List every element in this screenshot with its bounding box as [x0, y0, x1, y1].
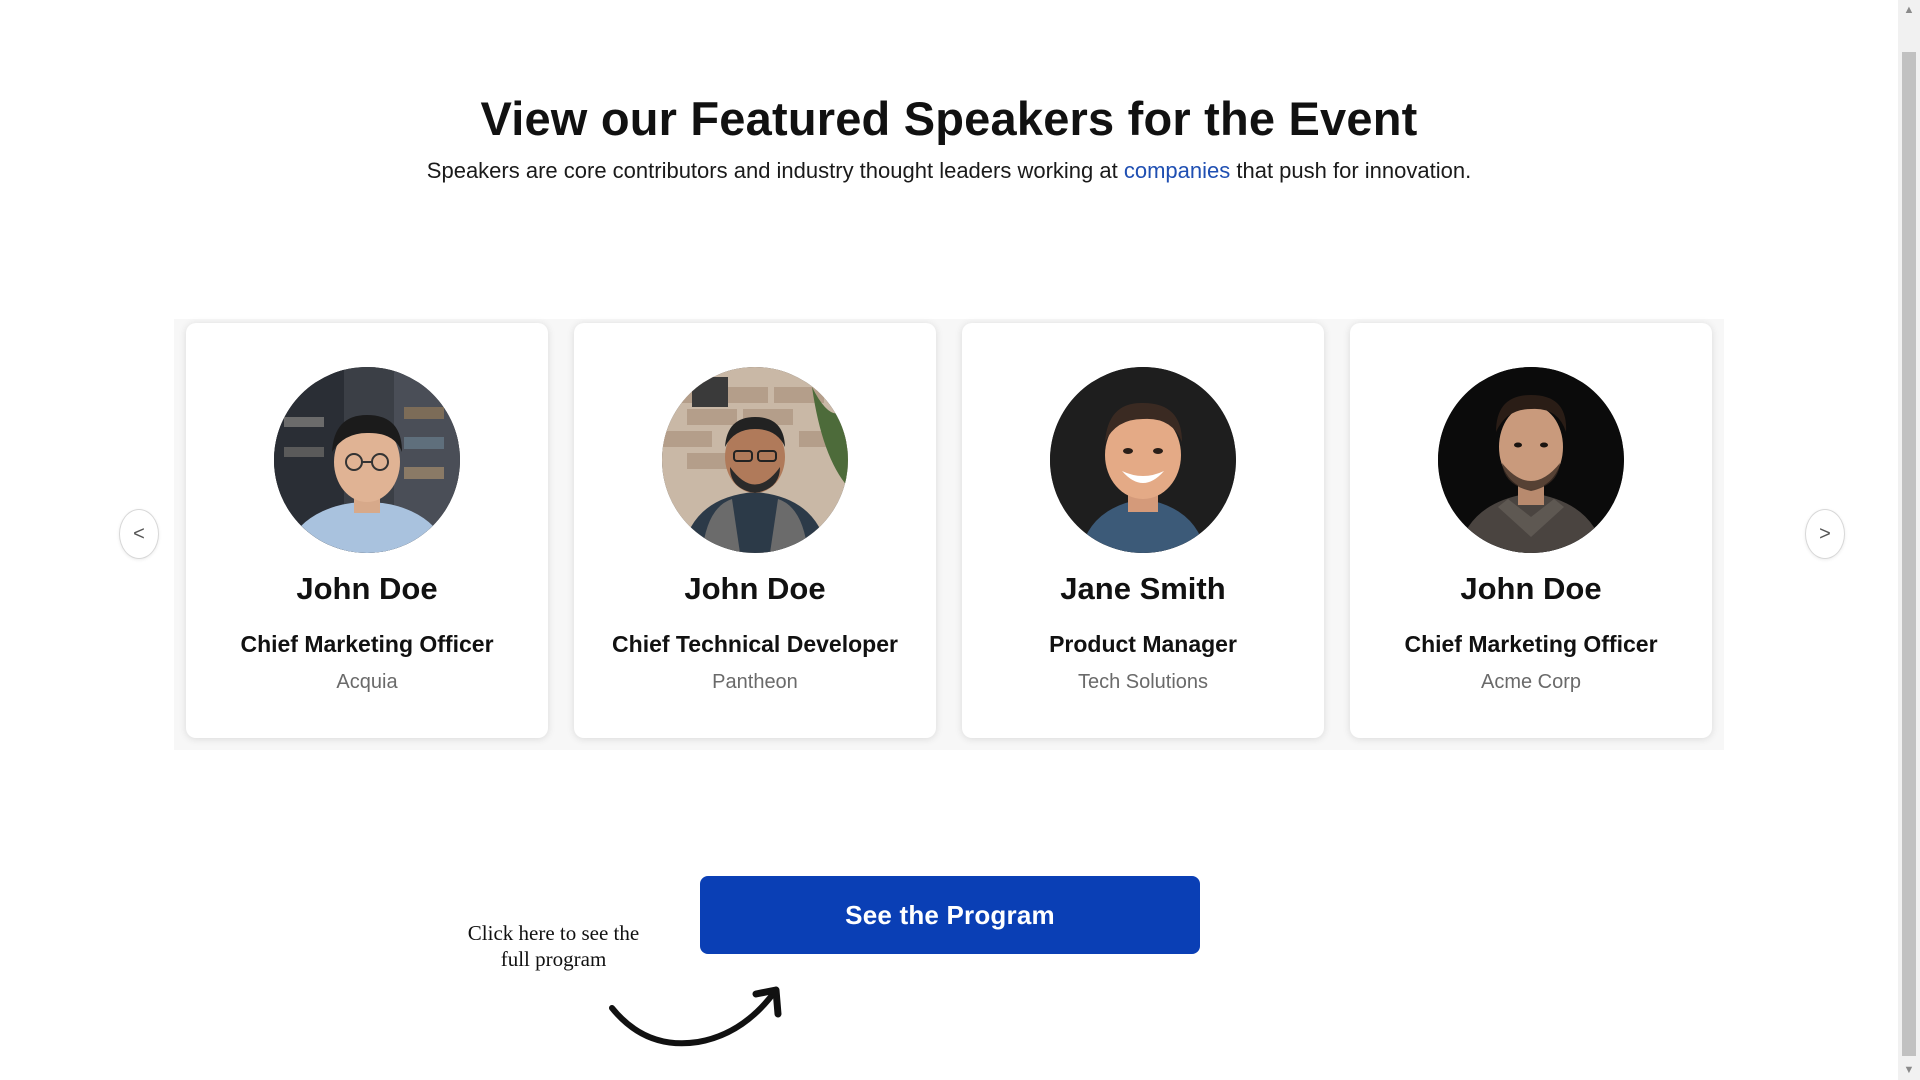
carousel-next-button[interactable]: >	[1805, 509, 1845, 559]
speaker-company: Acme Corp	[1480, 671, 1582, 693]
speakers-carousel: John Doe Chief Marketing Officer Acquia	[174, 319, 1724, 750]
page-title: View our Featured Speakers for the Event	[480, 92, 1418, 145]
speaker-role: Chief Technical Developer	[612, 631, 898, 657]
speaker-card: Jane Smith Product Manager Tech Solution…	[962, 323, 1324, 738]
scrollbar-thumb[interactable]	[1902, 52, 1916, 1056]
speaker-role: Chief Marketing Officer	[1404, 631, 1658, 657]
speaker-card: John Doe Chief Marketing Officer Acquia	[186, 323, 548, 738]
subtitle-text-after: that push for innovation.	[1230, 158, 1472, 183]
speaker-avatar	[662, 367, 848, 553]
speaker-avatar	[274, 367, 460, 553]
hint-line: Click here to see the	[467, 921, 640, 945]
carousel-prev-button[interactable]: <	[119, 509, 159, 559]
hint-line: full program	[500, 947, 607, 971]
speaker-name: John Doe	[1460, 571, 1602, 606]
triangle-down-icon[interactable]: ▼	[1898, 1060, 1920, 1080]
speaker-company: Acquia	[336, 671, 398, 693]
speaker-name: John Doe	[296, 571, 438, 606]
speaker-avatar	[1050, 367, 1236, 553]
subtitle-text-before: Speakers are core contributors and indus…	[426, 158, 1124, 183]
speaker-card: John Doe Chief Technical Developer Panth…	[574, 323, 936, 738]
speaker-role: Chief Marketing Officer	[240, 631, 494, 657]
speaker-name: Jane Smith	[1060, 571, 1226, 606]
program-hint: Click here to see the full program	[450, 920, 657, 972]
triangle-up-icon[interactable]: ▲	[1898, 0, 1920, 20]
curved-arrow-icon	[606, 980, 786, 1059]
page-subtitle: Speakers are core contributors and indus…	[0, 156, 1898, 186]
speaker-avatar	[1438, 367, 1624, 553]
see-program-button[interactable]: See the Program	[700, 876, 1200, 954]
speaker-name: John Doe	[684, 571, 826, 606]
companies-link[interactable]: companies	[1124, 158, 1230, 183]
speaker-role: Product Manager	[1049, 631, 1237, 657]
vertical-scrollbar[interactable]: ▲ ▼	[1898, 0, 1920, 1080]
speaker-card: John Doe Chief Marketing Officer Acme Co…	[1350, 323, 1712, 738]
speaker-company: Tech Solutions	[1077, 671, 1209, 693]
speaker-company: Pantheon	[712, 671, 798, 693]
